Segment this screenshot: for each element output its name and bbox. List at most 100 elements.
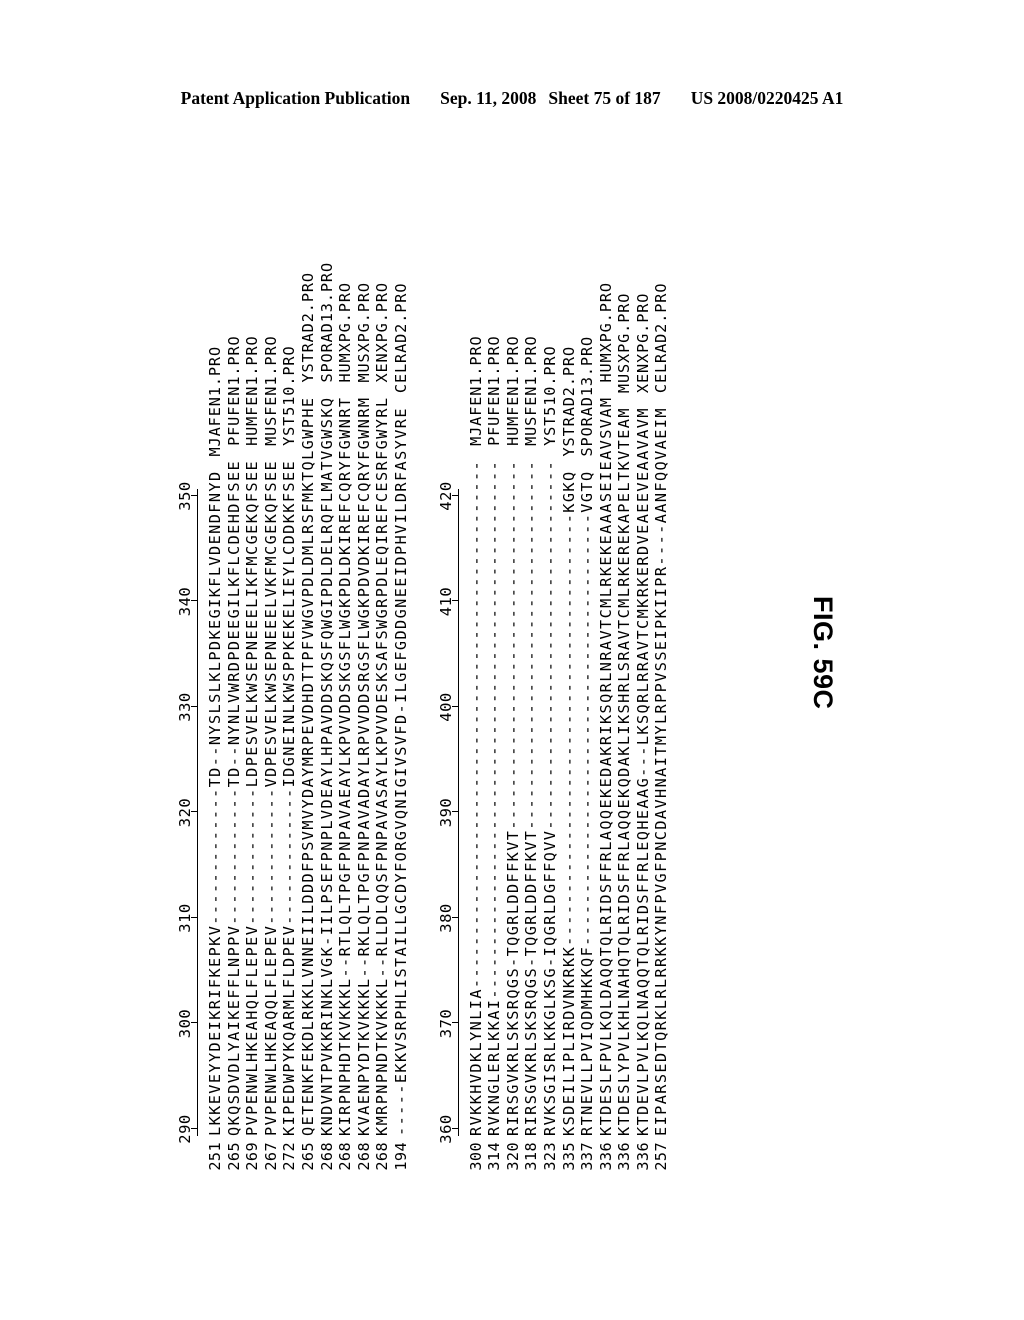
sequence-start-position: 300 — [466, 1142, 485, 1171]
sequence-residues: KTDEVLPVLKQLNAQQTQLRIDSFFRLEQHEAAG---LKS… — [633, 407, 652, 1136]
alignment-row: 257 EIPARSEDTQRKLRLRRKKYNFPVGFPNCDAVHNAIT… — [652, 126, 671, 1194]
sequence-file-name: CELRAD2.PRO — [652, 282, 671, 394]
ruler-tick-label: 350 — [176, 481, 194, 511]
sequence-file-name: HUMFEN1.PRO — [503, 335, 522, 446]
sequence-residues: RTNEVLLPVIQDMHKKQF----------------------… — [578, 470, 597, 1136]
ruler-tick-label: 300 — [176, 1008, 194, 1039]
ruler-tick-label: 370 — [436, 1008, 455, 1039]
sequence-residues: RVKKHVDKLYNLIA--------------------------… — [466, 459, 485, 1136]
sequence-start-position: 194 — [391, 1142, 410, 1171]
sequence-residues: QKQSDVDLYAIKEFFLNPPV-------------TD--NYN… — [224, 459, 243, 1136]
sequence-residues: KNDVNTPVKKRINKLVGK-IILPSEFPNPLVDEAYLHPAV… — [317, 396, 336, 1136]
alignment-row: 320 RIRSGVKRLSKSRQGS-TQGRLDDFFKVT--------… — [504, 126, 523, 1194]
sequence-residues: KIRPNPHDTKVKKKL--RTLQLTPGFPNPAVAEAYLKPVV… — [336, 396, 355, 1136]
sequence-file-name: HUMXPG.PRO — [336, 282, 355, 383]
sequence-start-position: 268 — [317, 1142, 336, 1171]
sequence-file-name: MUSXPG.PRO — [354, 282, 373, 383]
ruler-tick-label: 380 — [436, 903, 455, 933]
sequence-residues: LKKEVEYYDEIKRIFKEPKV-------------TD--NYS… — [206, 470, 224, 1136]
sequence-start-position: 269 — [243, 1142, 262, 1171]
alignment-block: 290 300 310 320 330 340 350 251 LKKEVEYYDEIKRIFK… — [176, 126, 411, 1194]
sequence-residues: EIPARSEDTQRKLRLRRKKYNFPVGFPNCDAVHNAITMYL… — [652, 407, 671, 1136]
ruler-tick-label: 330 — [176, 692, 194, 722]
sequence-file-name: HUMFEN1.PRO — [243, 335, 262, 446]
sequence-file-name: SPORAD13.PRO — [317, 262, 336, 383]
sequence-start-position: 257 — [652, 1142, 671, 1171]
sequence-residues: RVKNGLERLKKAI---------------------------… — [485, 459, 504, 1136]
sequence-start-position: 265 — [224, 1142, 243, 1171]
sequence-residues: RVKSGISRLKKGLKSG-IQGRLDGFFQVV-----------… — [540, 459, 559, 1136]
sequence-file-name: XENXPG.PRO — [633, 292, 652, 394]
alignment-row: 268 KMRPNPNDTKVKKKL--RLLDLQQSFPNPAVASAYLK… — [373, 126, 392, 1194]
alignment-row: 336 KTDEVLPVLKQLNAQQTQLRIDSFFRLEQHEAAG---… — [634, 126, 653, 1194]
alignment-row: 269 PVPENWLHKEAHQLFLEPEV-------------LDPE… — [243, 126, 262, 1194]
sequence-start-position: 251 — [206, 1142, 224, 1171]
sequence-start-position: 314 — [485, 1142, 504, 1171]
position-ruler: 360 370 380 390 400 410 420 — [436, 136, 467, 1144]
alignment-row: 318 RIRSGVKRLSKSRQGS-TQGRLDDFFKVT--------… — [522, 126, 541, 1194]
ruler-tick-label: 420 — [436, 481, 455, 511]
sequence-file-name: HUMXPG.PRO — [596, 282, 615, 383]
alignment-row: 272 KIPEDWPYKQARMLFLDPEV-------------IDGN… — [280, 126, 299, 1194]
sequence-start-position: 337 — [578, 1142, 597, 1171]
ruler-line — [457, 489, 459, 1136]
sequence-residues: KVAENPYDTKVKKKL--RKLQLTPGFPNPAVADAYLRPVV… — [354, 396, 373, 1136]
sequence-start-position: 336 — [615, 1142, 634, 1171]
sequence-file-name: PFUFEN1.PRO — [485, 335, 504, 446]
alignment-row: 268 KVAENPYDTKVKKKL--RKLQLTPGFPNPAVADAYLR… — [355, 126, 374, 1194]
alignment-row: 194 -----EKKVSRPHLISTAILLGCDYFORGVQNIGIVS… — [392, 126, 411, 1194]
sequence-start-position: 272 — [280, 1142, 299, 1171]
sequence-start-position: 320 — [503, 1142, 522, 1171]
sequence-file-name: YSTRAD2.PRO — [298, 272, 317, 383]
alignment-row: 300 RVKKHVDKLYNLIA-----------------------… — [467, 126, 486, 1194]
sequence-start-position: 336 — [633, 1142, 652, 1171]
position-ruler: 290 300 310 320 330 340 350 — [176, 136, 206, 1144]
alignment-area: 290 300 310 320 330 340 350 251 LKKEVEYYDEIKRIFK… — [176, 126, 697, 1194]
sequence-start-position: 267 — [261, 1142, 280, 1171]
sequence-residues: -----EKKVSRPHLISTAILLGCDYFORGVQNIGIVSVFD… — [391, 407, 410, 1136]
sequence-file-name: MUSFEN1.PRO — [522, 335, 541, 446]
sequence-start-position: 265 — [298, 1142, 317, 1171]
alignment-row: 251 LKKEVEYYDEIKRIFKEPKV-------------TD--… — [206, 126, 225, 1194]
sequence-file-name: MJAFEN1.PRO — [466, 335, 485, 446]
sequence-residues: RIRSGVKRLSKSRQGS-TQGRLDDFFKVT-----------… — [503, 459, 522, 1136]
sequence-start-position: 323 — [540, 1142, 559, 1171]
sequence-file-name: YSTRAD2.PRO — [559, 346, 578, 457]
sequence-residues: KSDEILIPLIRDVNKRKK----------------------… — [559, 470, 578, 1136]
ruler-tick-label: 340 — [176, 586, 194, 617]
sequence-alignment-figure: 290 300 310 320 330 340 350 251 LKKEVEYYDEIKRIFK… — [162, 90, 862, 1230]
sequence-file-name: MUSXPG.PRO — [615, 292, 634, 394]
ruler-tick-label: 390 — [436, 797, 455, 828]
alignment-row: 337 RTNEVLLPVIQDMHKKQF-------------------… — [578, 126, 597, 1194]
sequence-start-position: 318 — [522, 1142, 541, 1171]
ruler-line — [197, 489, 198, 1136]
figure-region: 290 300 310 320 330 340 350 251 LKKEVEYYDEIKRIFK… — [0, 0, 1024, 1320]
alignment-row: 314 RVKNGLERLKKAI------------------------… — [485, 126, 504, 1194]
alignment-row: 336 KTDESLFPVLKQLDAQQTQLRIDSFFRLAQQEKEDAK… — [597, 126, 616, 1194]
sequence-file-name: YST510.PRO — [540, 345, 559, 446]
alignment-row: 336 KTDESLYPVLKHLNAHQTQLRIDSFFRLAQQEKQDAK… — [615, 126, 634, 1194]
sequence-residues: RIRSGVKRLSKSRQGS-TQGRLDDFFKVT-----------… — [522, 459, 541, 1136]
sequence-file-name: PFUFEN1.PRO — [224, 335, 243, 446]
sequence-file-name: SPORAD13.PRO — [578, 335, 597, 457]
sequence-file-name: MUSFEN1.PRO — [261, 335, 280, 446]
alignment-row: 323 RVKSGISRLKKGLKSG-IQGRLDGFFQVV--------… — [541, 126, 560, 1194]
sequence-file-name: YST510.PRO — [280, 345, 299, 446]
sequence-residues: PVPENWLHKEAHQLFLEPEV-------------LDPESVE… — [243, 459, 262, 1136]
sequence-residues: KMRPNPNDTKVKKKL--RLLDLQQSFPNPAVASAYLKPVV… — [373, 396, 392, 1136]
sequence-start-position: 335 — [559, 1142, 578, 1171]
ruler-tick-label: 410 — [436, 586, 455, 617]
alignment-row: 265 QKQSDVDLYAIKEFFLNPPV-------------TD--… — [225, 126, 244, 1194]
sequence-start-position: 336 — [596, 1142, 615, 1171]
sequence-residues: QETENKFEKDLRKKLVNNEIILDDDFPSVMVYDAYMRPEV… — [298, 396, 317, 1136]
figure-caption: FIG. 59C — [808, 596, 838, 710]
sequence-residues: KTDESLFPVLKQLDAQQTQLRIDSFFRLAQQEKEDAKRIK… — [596, 396, 615, 1136]
sequence-residues: KIPEDWPYKQARMLFLDPEV-------------IDGNEIN… — [280, 459, 299, 1136]
alignment-row: 268 KNDVNTPVKKRINKLVGK-IILPSEFPNPLVDEAYLH… — [318, 126, 337, 1194]
ruler-tick-label: 310 — [176, 903, 194, 933]
sequence-file-name: CELRAD2.PRO — [391, 282, 410, 394]
sequence-residues: PVPENWLHKEAQQLFLEPEV-------------VDPESVE… — [261, 459, 280, 1136]
ruler-tick-label: 320 — [176, 797, 194, 828]
sequence-file-name: XENXPG.PRO — [373, 282, 392, 383]
sequence-start-position: 268 — [354, 1142, 373, 1171]
